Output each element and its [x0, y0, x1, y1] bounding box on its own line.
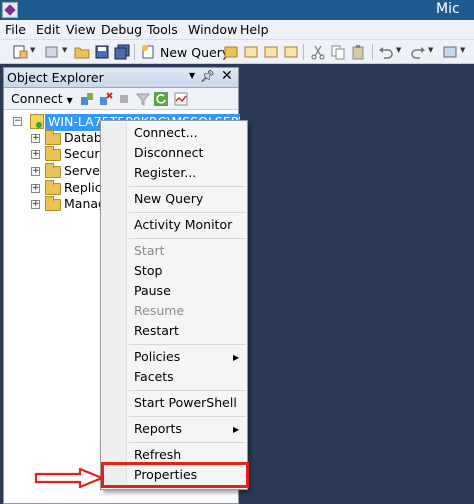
- menu-tools[interactable]: Tools: [147, 22, 178, 37]
- menu-file[interactable]: File: [5, 22, 26, 37]
- save-all-icon[interactable]: [114, 44, 130, 60]
- menu-separator: [129, 442, 246, 443]
- redo-icon[interactable]: [410, 44, 426, 60]
- main-toolbar: ▼ ▼ New Query ▼ ▼ ▼: [0, 40, 474, 64]
- dropdown-arrow-icon[interactable]: ▼: [30, 46, 35, 54]
- folder-icon: [45, 163, 61, 178]
- menu-separator: [129, 416, 246, 417]
- activity-monitor-icon[interactable]: [173, 91, 189, 107]
- save-icon[interactable]: [94, 44, 110, 60]
- close-icon[interactable]: ✕: [221, 68, 233, 84]
- menu-item-activity-monitor[interactable]: Activity Monitor: [134, 217, 232, 232]
- menu-item-register[interactable]: Register...: [134, 165, 196, 180]
- server-context-menu: Connect... Disconnect Register... New Qu…: [100, 120, 249, 490]
- object-explorer-header: Object Explorer ▼ 📌︎ ✕: [4, 68, 238, 88]
- collapse-icon[interactable]: −: [13, 117, 22, 126]
- object-explorer-title: Object Explorer: [7, 70, 104, 85]
- menu-item-reports[interactable]: Reports: [134, 421, 182, 436]
- menu-help[interactable]: Help: [240, 22, 269, 37]
- pin-icon[interactable]: 📌︎: [200, 69, 215, 83]
- xmla-query-icon[interactable]: [283, 44, 299, 60]
- new-query-icon[interactable]: [140, 44, 156, 60]
- expand-icon[interactable]: +: [31, 167, 40, 176]
- dropdown-arrow-icon[interactable]: ▼: [67, 96, 73, 105]
- expand-icon[interactable]: +: [31, 150, 40, 159]
- menu-item-start-powershell[interactable]: Start PowerShell: [134, 395, 237, 410]
- stop-icon[interactable]: [116, 91, 132, 107]
- context-menu-gutter: [102, 122, 127, 488]
- menu-edit[interactable]: Edit: [36, 22, 60, 37]
- database-query-icon[interactable]: [223, 44, 239, 60]
- open-folder-icon[interactable]: [74, 44, 90, 60]
- menu-item-new-query[interactable]: New Query: [134, 191, 203, 206]
- dropdown-arrow-icon[interactable]: ▼: [396, 46, 401, 54]
- menu-item-policies[interactable]: Policies: [134, 349, 180, 364]
- menu-window[interactable]: Window: [188, 22, 237, 37]
- server-icon: [30, 114, 44, 129]
- object-explorer-toolbar: Connect ▼: [4, 88, 238, 110]
- expand-icon[interactable]: +: [31, 184, 40, 193]
- menu-item-facets[interactable]: Facets: [134, 369, 174, 384]
- menu-separator: [129, 238, 246, 239]
- menu-item-start: Start: [134, 243, 165, 258]
- menu-item-refresh[interactable]: Refresh: [134, 447, 181, 462]
- folder-icon: [45, 196, 61, 211]
- paste-icon[interactable]: [350, 44, 366, 60]
- menu-item-stop[interactable]: Stop: [134, 263, 162, 278]
- submenu-arrow-icon: ▶: [233, 425, 240, 434]
- disconnect-icon[interactable]: [98, 91, 114, 107]
- dropdown-arrow-icon[interactable]: ▼: [62, 46, 67, 54]
- navigate-back-icon[interactable]: [442, 44, 458, 60]
- toolbar-separator: [303, 44, 304, 60]
- menu-item-restart[interactable]: Restart: [134, 323, 179, 338]
- connect-icon[interactable]: [79, 91, 95, 107]
- copy-icon[interactable]: [330, 44, 346, 60]
- expand-icon[interactable]: +: [31, 134, 40, 143]
- folder-icon: [45, 146, 61, 161]
- toolbar-separator: [134, 44, 135, 60]
- menu-item-connect[interactable]: Connect...: [134, 125, 198, 140]
- dropdown-arrow-icon[interactable]: ▼: [460, 46, 465, 54]
- new-query-button[interactable]: New Query: [160, 45, 229, 60]
- menu-item-disconnect[interactable]: Disconnect: [134, 145, 203, 160]
- refresh-icon[interactable]: [153, 91, 169, 107]
- dmx-query-icon[interactable]: [263, 44, 279, 60]
- menu-separator: [129, 186, 246, 187]
- menu-separator: [129, 390, 246, 391]
- submenu-arrow-icon: ▶: [233, 353, 240, 362]
- title-bar: Mic: [0, 0, 474, 20]
- app-icon[interactable]: [2, 2, 18, 18]
- folder-icon: [45, 180, 61, 195]
- new-project-icon[interactable]: [12, 44, 28, 60]
- dropdown-arrow-icon[interactable]: ▼: [428, 46, 433, 54]
- connect-button[interactable]: Connect ▼: [11, 91, 73, 106]
- menu-item-pause[interactable]: Pause: [134, 283, 171, 298]
- folder-icon: [45, 130, 61, 145]
- menu-bar: File Edit View Debug Tools Window Help: [0, 20, 474, 40]
- properties-highlight-box: [101, 462, 249, 488]
- menu-separator: [129, 212, 246, 213]
- menu-view[interactable]: View: [66, 22, 96, 37]
- menu-separator: [129, 344, 246, 345]
- toolbar-separator: [372, 44, 373, 60]
- filter-icon[interactable]: [135, 91, 151, 107]
- annotation-arrow-icon: [34, 468, 104, 488]
- add-item-icon[interactable]: [44, 44, 60, 60]
- connect-button-label: Connect: [11, 91, 63, 106]
- menu-item-resume: Resume: [134, 303, 185, 318]
- undo-icon[interactable]: [378, 44, 394, 60]
- window-title: Mic: [436, 1, 460, 17]
- menu-debug[interactable]: Debug: [101, 22, 142, 37]
- cut-icon[interactable]: [310, 44, 326, 60]
- panel-options-icon[interactable]: ▼: [189, 71, 195, 80]
- expand-icon[interactable]: +: [31, 200, 40, 209]
- mdx-query-icon[interactable]: [243, 44, 259, 60]
